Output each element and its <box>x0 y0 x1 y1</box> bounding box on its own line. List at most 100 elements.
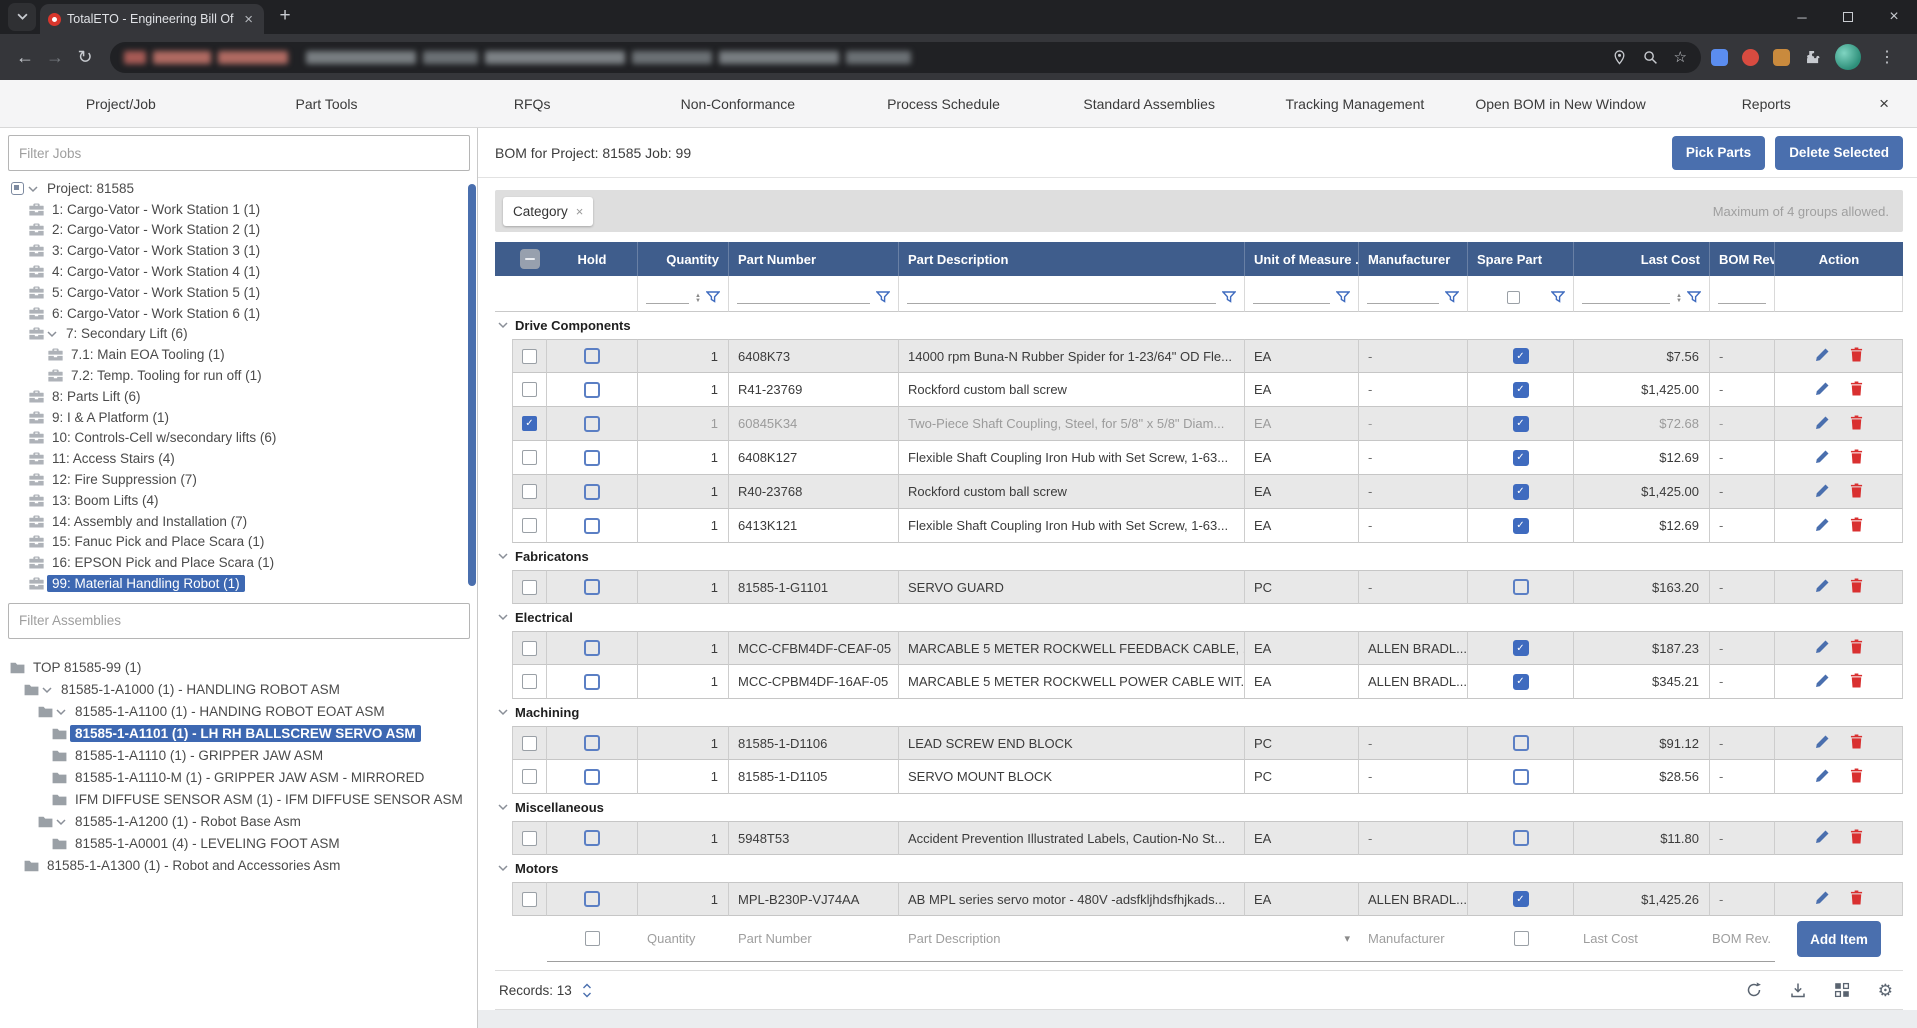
delete-trash-icon[interactable] <box>1850 449 1863 464</box>
job-tree-item[interactable]: 16: EPSON Pick and Place Scara (1) <box>0 552 477 573</box>
edit-row-button[interactable] <box>1815 768 1830 786</box>
nav-item-part-tools[interactable]: Part Tools <box>224 96 430 112</box>
edit-row-button[interactable] <box>1815 734 1830 752</box>
job-tree-item[interactable]: 3: Cargo-Vator - Work Station 3 (1) <box>0 240 477 261</box>
delete-row-button[interactable] <box>1850 890 1863 908</box>
assembly-tree-item[interactable]: 81585-1-A0001 (4) - LEVELING FOOT ASM <box>0 833 477 855</box>
delete-trash-icon[interactable] <box>1850 829 1863 844</box>
add-item-button[interactable]: Add Item <box>1797 921 1881 957</box>
chevron-down-icon[interactable] <box>28 186 38 193</box>
edit-row-button[interactable] <box>1815 639 1830 657</box>
pick-parts-button[interactable]: Pick Parts <box>1672 136 1765 170</box>
browser-menu-icon[interactable]: ⋮ <box>1875 47 1899 67</box>
edit-pencil-icon[interactable] <box>1815 829 1830 844</box>
table-row[interactable]: 1MCC-CPBM4DF-16AF-05MARCABLE 5 METER ROC… <box>495 665 1903 699</box>
table-row[interactable]: 16408K7314000 rpm Buna-N Rubber Spider f… <box>495 339 1903 373</box>
job-tree-item[interactable]: 1: Cargo-Vator - Work Station 1 (1) <box>0 199 477 220</box>
edit-row-button[interactable] <box>1815 381 1830 399</box>
add-part-description-input[interactable]: Part Description▾ <box>899 916 1359 962</box>
filter-funnel-icon[interactable] <box>1551 290 1565 304</box>
filter-funnel-icon[interactable] <box>876 290 890 304</box>
spare-part-checkbox[interactable]: ✓ <box>1513 891 1529 907</box>
delete-trash-icon[interactable] <box>1850 347 1863 362</box>
records-stepper[interactable] <box>582 982 592 999</box>
group-header-row[interactable]: Motors <box>495 855 1903 882</box>
row-select-checkbox[interactable] <box>522 769 537 784</box>
number-stepper-icon[interactable]: ▲▼ <box>695 294 701 304</box>
column-header-last-cost[interactable]: Last Cost <box>1574 242 1710 276</box>
table-row[interactable]: 181585-1-D1105SERVO MOUNT BLOCKPC-$28.56… <box>495 760 1903 794</box>
delete-trash-icon[interactable] <box>1850 578 1863 593</box>
delete-row-button[interactable] <box>1850 483 1863 501</box>
hold-checkbox[interactable] <box>584 769 600 785</box>
edit-pencil-icon[interactable] <box>1815 578 1830 593</box>
hold-checkbox[interactable] <box>584 450 600 466</box>
table-row[interactable]: 181585-1-D1106LEAD SCREW END BLOCKPC-$91… <box>495 726 1903 760</box>
edit-pencil-icon[interactable] <box>1815 381 1830 396</box>
add-spare-cell[interactable] <box>1468 916 1574 962</box>
hold-checkbox[interactable] <box>584 348 600 364</box>
spare-part-checkbox[interactable]: ✓ <box>1513 382 1529 398</box>
table-row[interactable]: 16413K121Flexible Shaft Coupling Iron Hu… <box>495 509 1903 543</box>
filter-assemblies-input[interactable] <box>8 603 470 639</box>
extension-icon[interactable] <box>1773 49 1790 66</box>
spare-part-checkbox[interactable]: ✓ <box>1513 518 1529 534</box>
column-header-quantity[interactable]: Quantity <box>638 242 729 276</box>
extension-icon[interactable] <box>1711 49 1728 66</box>
row-select-checkbox[interactable] <box>522 892 537 907</box>
job-tree-item[interactable]: 10: Controls-Cell w/secondary lifts (6) <box>0 428 477 449</box>
delete-trash-icon[interactable] <box>1850 673 1863 688</box>
nav-item-rfqs[interactable]: RFQs <box>429 96 635 112</box>
assembly-tree-item[interactable]: 81585-1-A1110 (1) - GRIPPER JAW ASM <box>0 745 477 767</box>
hold-checkbox[interactable] <box>584 640 600 656</box>
filter-cell[interactable]: ▲▼ <box>638 276 729 312</box>
spare-part-checkbox[interactable]: ✓ <box>1513 674 1529 690</box>
assembly-tree-item[interactable]: 81585-1-A1101 (1) - LH RH BALLSCREW SERV… <box>0 723 477 745</box>
spare-part-checkbox[interactable]: ✓ <box>1513 416 1529 432</box>
nav-item-standard-assemblies[interactable]: Standard Assemblies <box>1046 96 1252 112</box>
add-part-number-input[interactable]: Part Number <box>729 916 899 962</box>
select-all-checkbox[interactable] <box>520 249 540 269</box>
column-header-hold[interactable]: Hold <box>547 242 638 276</box>
delete-row-button[interactable] <box>1850 415 1863 433</box>
edit-row-button[interactable] <box>1815 673 1830 691</box>
nav-item-project-job[interactable]: Project/Job <box>18 96 224 112</box>
table-row[interactable]: 1MPL-B230P-VJ74AAAB MPL series servo mot… <box>495 882 1903 916</box>
extensions-puzzle-icon[interactable] <box>1804 49 1821 66</box>
delete-trash-icon[interactable] <box>1850 415 1863 430</box>
nav-item-open-bom-in-new-window[interactable]: Open BOM in New Window <box>1458 96 1664 112</box>
delete-row-button[interactable] <box>1850 734 1863 752</box>
window-close-button[interactable]: × <box>1871 0 1917 34</box>
spare-part-checkbox[interactable]: ✓ <box>1513 450 1529 466</box>
add-spare-checkbox[interactable] <box>1514 931 1529 946</box>
edit-row-button[interactable] <box>1815 890 1830 908</box>
nav-item-reports[interactable]: Reports <box>1663 96 1869 112</box>
delete-trash-icon[interactable] <box>1850 639 1863 654</box>
row-select-checkbox[interactable] <box>522 674 537 689</box>
column-header-bom-rev[interactable]: BOM Rev. <box>1710 242 1775 276</box>
column-header-part-number[interactable]: Part Number <box>729 242 899 276</box>
table-row[interactable]: 1MCC-CFBM4DF-CEAF-05MARCABLE 5 METER ROC… <box>495 631 1903 665</box>
filter-cell[interactable] <box>899 276 1245 312</box>
assembly-tree-item[interactable]: IFM DIFFUSE SENSOR ASM (1) - IFM DIFFUSE… <box>0 789 477 811</box>
filter-cell[interactable]: ▲▼ <box>1574 276 1710 312</box>
tab-close-icon[interactable]: × <box>241 11 256 28</box>
row-select-checkbox[interactable] <box>522 349 537 364</box>
delete-row-button[interactable] <box>1850 449 1863 467</box>
add-quantity-input[interactable]: Quantity <box>638 916 729 962</box>
filter-funnel-icon[interactable] <box>706 290 720 304</box>
bookmark-star-icon[interactable]: ☆ <box>1674 48 1687 66</box>
chevron-down-icon[interactable] <box>56 819 66 826</box>
delete-row-button[interactable] <box>1850 639 1863 657</box>
delete-trash-icon[interactable] <box>1850 517 1863 532</box>
job-tree-item[interactable]: 9: I & A Platform (1) <box>0 407 477 428</box>
location-icon[interactable] <box>1612 50 1627 65</box>
job-tree-item[interactable]: 6: Cargo-Vator - Work Station 6 (1) <box>0 303 477 324</box>
address-bar[interactable]: ☆ <box>110 42 1701 73</box>
column-header-action[interactable]: Action <box>1775 242 1903 276</box>
delete-row-button[interactable] <box>1850 517 1863 535</box>
filter-jobs-input[interactable] <box>8 135 470 171</box>
extension-icon[interactable] <box>1742 49 1759 66</box>
filter-funnel-icon[interactable] <box>1687 290 1701 304</box>
assembly-tree-item[interactable]: 81585-1-A1300 (1) - Robot and Accessorie… <box>0 855 477 877</box>
